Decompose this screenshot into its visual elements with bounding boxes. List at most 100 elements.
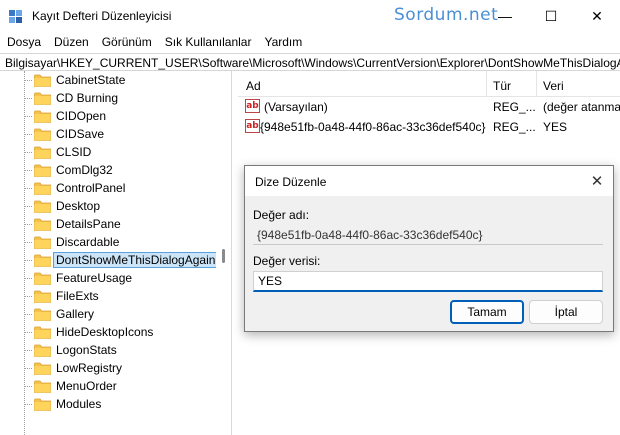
column-header-data[interactable]: Veri	[543, 79, 564, 93]
string-value-icon: ab	[245, 99, 260, 113]
folder-icon	[34, 272, 51, 285]
tree-item[interactable]: FeatureUsage	[24, 269, 224, 287]
tree-item[interactable]: FileExts	[24, 287, 224, 305]
folder-icon	[34, 92, 51, 105]
tree-connector	[24, 295, 32, 297]
value-type: REG_...	[493, 120, 535, 134]
folder-icon	[34, 254, 51, 267]
tree-item-label: ComDlg32	[56, 163, 113, 177]
dialog-body: Değer adı: {948e51fb-0a48-44f0-86ac-33c3…	[245, 196, 613, 331]
tree-item-label: LowRegistry	[56, 361, 123, 375]
address-path[interactable]: Bilgisayar\HKEY_CURRENT_USER\Software\Mi…	[5, 56, 620, 70]
column-separator[interactable]	[486, 71, 487, 97]
tree-item-label: MenuOrder	[56, 379, 117, 393]
menu-dosya[interactable]: Dosya	[7, 32, 41, 52]
cancel-button[interactable]: İptal	[529, 300, 603, 324]
folder-icon	[34, 308, 51, 321]
tree-item[interactable]: Gallery	[24, 305, 224, 323]
tree-item[interactable]: HideDesktopIcons	[24, 323, 224, 341]
folder-icon	[34, 326, 51, 339]
address-bar[interactable]: Bilgisayar\HKEY_CURRENT_USER\Software\Mi…	[0, 53, 620, 71]
tree-item[interactable]: CIDSave	[24, 125, 224, 143]
tree-item-label: CIDOpen	[56, 109, 107, 123]
folder-icon	[34, 344, 51, 357]
tree-item[interactable]: Discardable	[24, 233, 224, 251]
tree-connector	[24, 151, 32, 153]
list-row[interactable]: ab (Varsayılan) REG_... (değer atanmamış…	[238, 97, 620, 117]
tree-item[interactable]: Modules	[24, 395, 224, 413]
tree-connector	[24, 169, 32, 171]
value-data-input[interactable]	[253, 271, 603, 292]
tree-connector	[24, 367, 32, 369]
tree-scrollbar[interactable]	[216, 71, 231, 435]
tree-item[interactable]: LowRegistry	[24, 359, 224, 377]
column-header-type[interactable]: Tür	[493, 79, 511, 93]
tree-item-label: DetailsPane	[56, 217, 121, 231]
tree-item-label: Discardable	[56, 235, 120, 249]
dialog-title: Dize Düzenle	[255, 175, 327, 189]
tree-connector	[24, 133, 32, 135]
tree-item[interactable]: CIDOpen	[24, 107, 224, 125]
menu-yardim[interactable]: Yardım	[264, 32, 302, 52]
tree-item[interactable]: DontShowMeThisDialogAgain	[24, 251, 224, 269]
tree-item[interactable]: ControlPanel	[24, 179, 224, 197]
close-button[interactable]: ✕	[574, 0, 620, 32]
folder-icon	[34, 200, 51, 213]
value-name: (Varsayılan)	[264, 100, 328, 114]
ok-button[interactable]: Tamam	[450, 300, 524, 324]
edit-string-dialog: Dize Düzenle ✕ Değer adı: {948e51fb-0a48…	[244, 165, 614, 332]
tree-connector	[24, 313, 32, 315]
column-separator[interactable]	[536, 71, 537, 97]
tree-connector	[24, 187, 32, 189]
tree-item[interactable]: LogonStats	[24, 341, 224, 359]
tree-connector	[24, 349, 32, 351]
maximize-button[interactable]: ☐	[528, 0, 574, 32]
tree-item[interactable]: CD Burning	[24, 89, 224, 107]
folder-icon	[34, 236, 51, 249]
folder-icon	[34, 110, 51, 123]
tree-scrollbar-thumb[interactable]	[222, 249, 225, 263]
registry-editor-icon	[8, 8, 24, 24]
tree-item-label: Desktop	[56, 199, 101, 213]
value-data: YES	[543, 120, 568, 134]
column-header-name[interactable]: Ad	[246, 79, 261, 93]
menu-sik-kullanilanlar[interactable]: Sık Kullanılanlar	[165, 32, 252, 52]
folder-icon	[34, 362, 51, 375]
tree-item[interactable]: Desktop	[24, 197, 224, 215]
list-row[interactable]: ab {948e51fb-0a48-44f0-86ac-33c36def540c…	[238, 117, 620, 137]
tree-item-label: CD Burning	[56, 91, 119, 105]
value-name-label: Değer adı:	[253, 208, 310, 222]
tree-pane[interactable]: CabinetState CD Burning CIDOpen CIDSave CLSI…	[0, 71, 232, 435]
tree-connector	[24, 331, 32, 333]
tree-item-label: DontShowMeThisDialogAgain	[52, 252, 219, 268]
folder-icon	[34, 74, 51, 87]
list-header: Ad Tür Veri	[238, 71, 620, 97]
tree-item-label: Gallery	[56, 307, 95, 321]
tree-item-label: CIDSave	[56, 127, 105, 141]
tree-item-label: FileExts	[56, 289, 99, 303]
tree-item-label: FeatureUsage	[56, 271, 133, 285]
tree-connector	[24, 277, 32, 279]
value-data-label: Değer verisi:	[253, 254, 321, 268]
tree-connector	[24, 403, 32, 405]
tree-connector	[24, 115, 32, 117]
folder-icon	[34, 290, 51, 303]
tree-item[interactable]: MenuOrder	[24, 377, 224, 395]
dialog-close-button[interactable]: ✕	[585, 170, 609, 192]
value-name-field: {948e51fb-0a48-44f0-86ac-33c36def540c}	[253, 225, 603, 245]
menu-duzen[interactable]: Düzen	[54, 32, 89, 52]
folder-icon	[34, 146, 51, 159]
tree-item[interactable]: DetailsPane	[24, 215, 224, 233]
value-name: {948e51fb-0a48-44f0-86ac-33c36def540c}	[260, 120, 486, 134]
minimize-button[interactable]: —	[482, 0, 528, 32]
tree-connector	[24, 205, 32, 207]
tree-item-label: CLSID	[56, 145, 92, 159]
tree-item[interactable]: CLSID	[24, 143, 224, 161]
value-data: (değer atanmamış)	[543, 100, 620, 114]
folder-icon	[34, 218, 51, 231]
tree-item[interactable]: CabinetState	[24, 71, 224, 89]
tree-item-label: CabinetState	[56, 73, 126, 87]
folder-icon	[34, 398, 51, 411]
tree-item[interactable]: ComDlg32	[24, 161, 224, 179]
menu-gorunum[interactable]: Görünüm	[102, 32, 152, 52]
